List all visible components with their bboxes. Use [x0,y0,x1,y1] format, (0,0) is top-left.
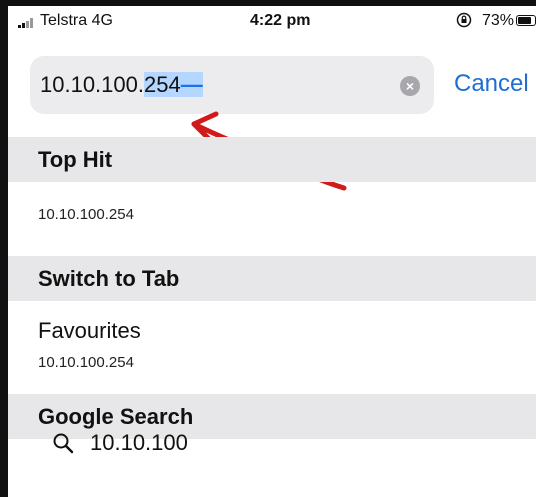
orientation-lock-icon [456,12,472,33]
section-google-search: Google Search [8,394,536,439]
battery-percent: 73% [482,12,515,29]
section-header: Switch to Tab [38,266,180,291]
search-icon [52,432,74,459]
phone-screen: Telstra 4G 4:22 pm 73% 10.10.100.254— × … [0,0,536,497]
clock: 4:22 pm [250,12,311,29]
address-text: 10.10.100. [40,72,144,97]
tab-item-url[interactable]: 10.10.100.254 [38,354,134,371]
cancel-button[interactable]: Cancel [454,70,529,98]
section-top-hit: Top Hit [8,137,536,182]
signal-icon [18,18,36,28]
section-switch-to-tab: Switch to Tab [8,256,536,301]
tab-item-title[interactable]: Favourites [38,318,141,344]
battery-icon [516,15,536,26]
status-bar: Telstra 4G 4:22 pm 73% [8,6,536,36]
clear-icon[interactable]: × [400,76,420,96]
google-suggestion[interactable]: 10.10.100 [90,430,188,456]
address-selected-text: 254 [143,72,181,97]
section-header: Top Hit [38,147,113,172]
address-input[interactable]: 10.10.100.254— [40,72,203,98]
section-header: Google Search [38,404,194,429]
carrier-label: Telstra 4G [40,12,113,29]
top-hit-item[interactable]: 10.10.100.254 [38,206,134,223]
text-cursor: — [180,72,203,97]
